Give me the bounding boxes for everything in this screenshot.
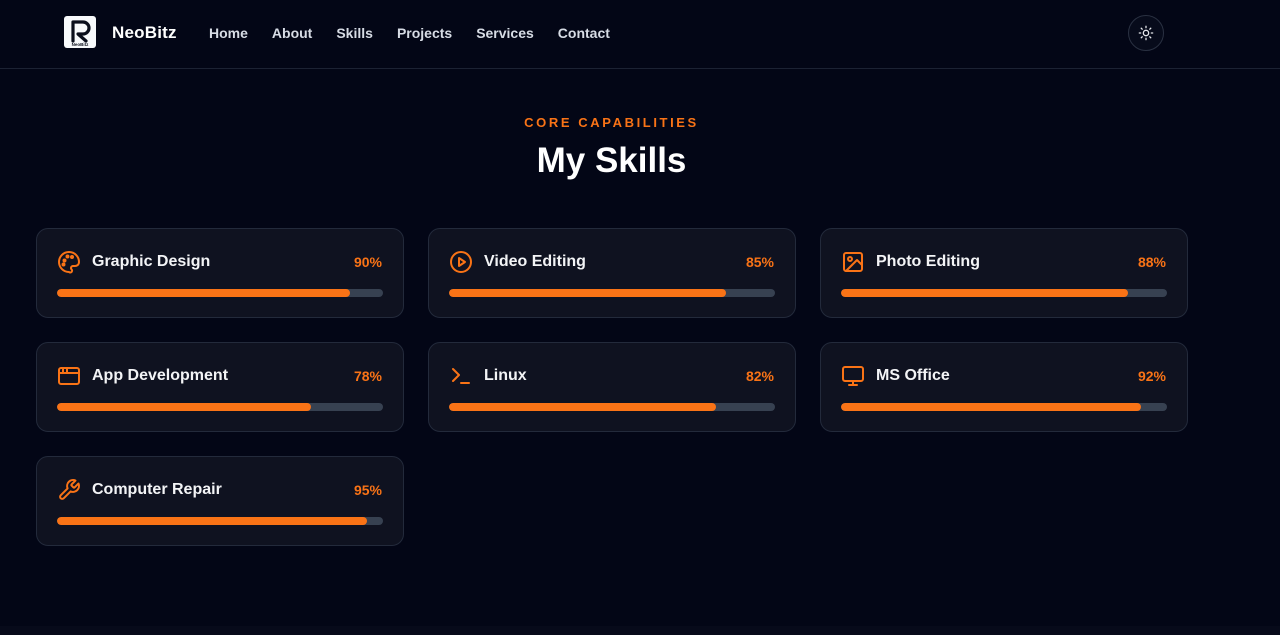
- skill-card-linux: Linux 82%: [428, 342, 796, 432]
- skill-percent: 82%: [745, 368, 774, 384]
- skill-card-video-editing: Video Editing 85%: [428, 228, 796, 318]
- brand-name[interactable]: NeoBitz: [112, 23, 177, 43]
- skill-progress-fill: [841, 289, 1128, 297]
- skill-percent: 85%: [745, 254, 774, 270]
- skill-progress-track: [449, 289, 775, 297]
- nav-link-about[interactable]: About: [272, 25, 312, 41]
- skill-name: Graphic Design: [92, 253, 211, 270]
- skill-progress-fill: [449, 403, 717, 411]
- skill-progress-track: [57, 517, 383, 525]
- skill-name: Video Editing: [484, 253, 586, 270]
- skill-progress-track: [57, 403, 383, 411]
- skill-percent: 92%: [1137, 368, 1166, 384]
- section-eyebrow: CORE CAPABILITIES: [524, 115, 699, 130]
- logo[interactable]: NeoBitz: [64, 16, 96, 48]
- skill-progress-fill: [57, 289, 351, 297]
- top-nav: NeoBitz NeoBitz Home About Skills Projec…: [0, 0, 1280, 69]
- skill-progress-track: [841, 289, 1167, 297]
- nav-link-projects[interactable]: Projects: [397, 25, 452, 41]
- logo-text: NeoBitz: [72, 42, 89, 47]
- skill-card-app-development: App Development 78%: [36, 342, 404, 432]
- page-bottom-edge: [0, 626, 1280, 635]
- main-menu: Home About Skills Projects Services Cont…: [209, 25, 634, 41]
- skill-card-computer-repair: Computer Repair 95%: [36, 456, 404, 546]
- app-window-icon: [58, 367, 80, 385]
- play-circle-icon: [450, 251, 472, 273]
- nav-link-contact[interactable]: Contact: [558, 25, 610, 41]
- nav-link-services[interactable]: Services: [476, 25, 534, 41]
- skill-progress-track: [841, 403, 1167, 411]
- skill-progress-fill: [449, 289, 727, 297]
- skill-progress-track: [449, 403, 775, 411]
- theme-toggle-button[interactable]: [1128, 15, 1164, 51]
- section-title: My Skills: [536, 141, 687, 180]
- skill-percent: 90%: [353, 254, 382, 270]
- image-icon: [843, 252, 863, 272]
- skill-name: MS Office: [876, 367, 950, 384]
- skill-name: App Development: [92, 367, 229, 384]
- skill-percent: 88%: [1137, 254, 1166, 270]
- skill-name: Computer Repair: [92, 481, 222, 498]
- sun-icon: [1138, 25, 1154, 41]
- monitor-icon: [842, 366, 864, 386]
- skill-card-photo-editing: Photo Editing 88%: [820, 228, 1188, 318]
- skill-progress-fill: [57, 403, 312, 411]
- skill-progress-fill: [841, 403, 1141, 411]
- skill-card-ms-office: MS Office 92%: [820, 342, 1188, 432]
- skill-progress-track: [57, 289, 383, 297]
- nav-link-skills[interactable]: Skills: [336, 25, 373, 41]
- skill-name: Photo Editing: [876, 253, 980, 270]
- skill-name: Linux: [484, 367, 527, 384]
- palette-icon: [58, 251, 80, 274]
- nav-link-home[interactable]: Home: [209, 25, 248, 41]
- skill-percent: 95%: [353, 482, 382, 498]
- terminal-icon: [452, 368, 470, 384]
- skill-progress-fill: [57, 517, 367, 525]
- wrench-icon: [59, 479, 80, 500]
- skill-percent: 78%: [353, 368, 382, 384]
- skill-card-graphic-design: Graphic Design 90%: [36, 228, 404, 318]
